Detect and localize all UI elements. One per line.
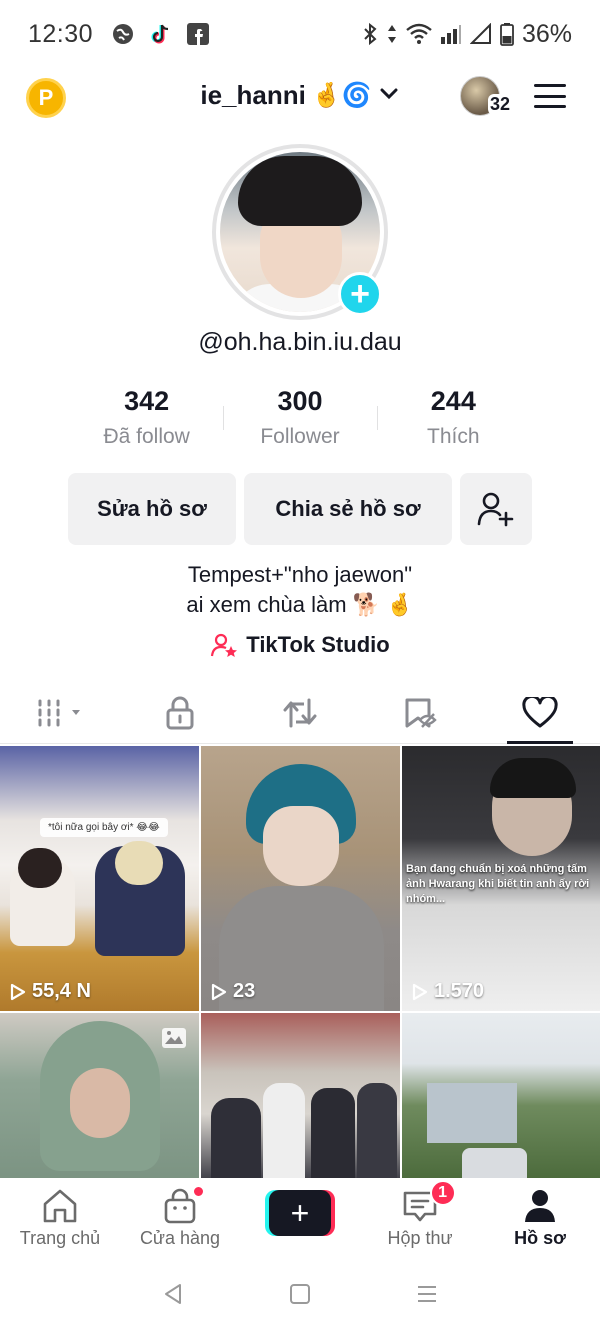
photo-icon	[161, 1027, 187, 1054]
profile-handle[interactable]: @oh.ha.bin.iu.dau	[0, 328, 600, 357]
video-thumbnail[interactable]: Bạn đang chuẩn bị xoá những tấm ảnh Hwar…	[402, 746, 600, 1011]
facebook-icon	[187, 23, 210, 45]
profile-icon	[525, 1190, 555, 1222]
edit-profile-button[interactable]: Sửa hồ sơ	[68, 473, 236, 545]
plus-icon: +	[269, 1190, 331, 1236]
video-thumbnail[interactable]: 23	[201, 746, 400, 1011]
status-time: 12:30	[28, 19, 94, 48]
video-thumbnail[interactable]	[402, 1013, 600, 1181]
inbox-badge: 1	[429, 1180, 456, 1206]
stat-value: 300	[277, 386, 323, 416]
stat-label: Đã follow	[103, 425, 190, 448]
add-friend-button[interactable]	[460, 473, 532, 545]
recents-menu-icon[interactable]	[416, 1284, 438, 1309]
profile-actions: Sửa hồ sơ Chia sẻ hồ sơ	[68, 473, 532, 545]
nav-label: Hộp thư	[387, 1228, 453, 1248]
content-tabs	[0, 682, 600, 744]
play-icon	[211, 983, 227, 1000]
system-navigation	[0, 1260, 600, 1333]
play-icon	[412, 983, 428, 1000]
nav-shop[interactable]: Cửa hàng	[120, 1185, 240, 1249]
tab-reposts[interactable]	[240, 682, 360, 743]
create-button[interactable]: +	[265, 1190, 335, 1236]
video-caption: *tôi nữa gọi bây ơi* 😂😂	[40, 818, 168, 837]
stat-label: Follower	[260, 425, 340, 448]
video-grid: *tôi nữa gọi bây ơi* 😂😂 55,4 N 23 Bạn đa…	[0, 746, 600, 1181]
stat-followers[interactable]: 300 Follower	[223, 386, 376, 456]
username: ie_hanni	[200, 80, 306, 110]
video-thumbnail[interactable]	[0, 1013, 199, 1181]
menu-icon[interactable]	[534, 84, 566, 108]
bluetooth-icon	[362, 22, 378, 46]
tiktok-icon	[149, 22, 173, 46]
nav-inbox[interactable]: 1 Hộp thư	[360, 1180, 480, 1249]
tab-private[interactable]	[120, 682, 240, 743]
video-thumbnail[interactable]	[201, 1013, 400, 1181]
username-emoji: 🤞🌀	[311, 82, 372, 109]
home-square-icon[interactable]	[289, 1283, 311, 1310]
studio-icon	[211, 633, 238, 657]
bottom-navigation: Trang chủ Cửa hàng + 1 Hộp thư Hồ sơ	[0, 1178, 600, 1260]
studio-label: TikTok Studio	[246, 632, 390, 657]
stat-value: 342	[124, 386, 170, 416]
profile-stats: 342 Đã follow 300 Follower 244 Thích	[70, 386, 530, 456]
bio-line: ai xem chùa làm 🐕 🤞	[186, 592, 414, 617]
view-count: 23	[211, 980, 255, 1003]
globe-icon	[111, 22, 135, 46]
wifi-icon	[406, 23, 432, 45]
nav-label: Cửa hàng	[139, 1228, 221, 1248]
nav-home[interactable]: Trang chủ	[0, 1188, 120, 1249]
stat-following[interactable]: 342 Đã follow	[70, 386, 223, 456]
signal-empty-icon	[469, 23, 492, 45]
stat-likes[interactable]: 244 Thích	[376, 386, 530, 456]
stat-label: Thích	[427, 425, 480, 448]
tab-liked[interactable]	[480, 682, 600, 744]
lock-icon	[166, 696, 194, 729]
nav-label: Trang chủ	[19, 1228, 101, 1248]
add-friend-icon	[477, 492, 514, 527]
view-count-value: 55,4 N	[32, 980, 91, 1002]
tab-videos[interactable]	[0, 682, 120, 743]
bio-line: Tempest+"nho jaewon"	[187, 562, 413, 587]
nav-profile[interactable]: Hồ sơ	[480, 1188, 600, 1249]
signal-icon	[440, 23, 462, 45]
tiktok-studio-link[interactable]: TikTok Studio	[0, 632, 600, 658]
shop-notification-dot	[192, 1185, 205, 1198]
view-count: 1.570	[412, 980, 484, 1003]
status-bar: 12:30 36%	[0, 0, 600, 68]
chevron-down-icon	[378, 82, 400, 109]
view-count: 55,4 N	[10, 980, 91, 1003]
add-photo-button[interactable]: +	[338, 272, 382, 316]
view-count-value: 1.570	[434, 980, 485, 1002]
tab-favorites[interactable]	[360, 682, 480, 743]
favorites-icon	[405, 698, 437, 728]
videos-grid-icon	[38, 699, 80, 726]
profile-header: P ie_hanni 🤞🌀 32	[0, 68, 600, 128]
home-icon	[43, 1189, 77, 1223]
video-thumbnail[interactable]: *tôi nữa gọi bây ơi* 😂😂 55,4 N	[0, 746, 199, 1011]
battery-percent: 36%	[521, 19, 572, 48]
nav-label: Hồ sơ	[514, 1228, 566, 1248]
repost-icon	[283, 698, 317, 727]
view-count-value: 23	[233, 980, 256, 1002]
stat-value: 244	[430, 386, 476, 416]
back-icon[interactable]	[162, 1282, 184, 1311]
play-icon	[10, 983, 26, 1000]
video-overlay-text: Bạn đang chuẩn bị xoá những tấm ảnh Hwar…	[406, 863, 590, 905]
battery-icon	[500, 22, 514, 46]
data-arrows-icon	[386, 22, 398, 46]
liked-heart-icon	[522, 696, 558, 727]
nav-create[interactable]: +	[240, 1188, 360, 1236]
friends-count: 32	[488, 94, 513, 115]
profile-bio: Tempest+"nho jaewon" ai xem chùa làm 🐕 🤞	[0, 560, 600, 620]
share-profile-button[interactable]: Chia sẻ hồ sơ	[244, 473, 452, 545]
